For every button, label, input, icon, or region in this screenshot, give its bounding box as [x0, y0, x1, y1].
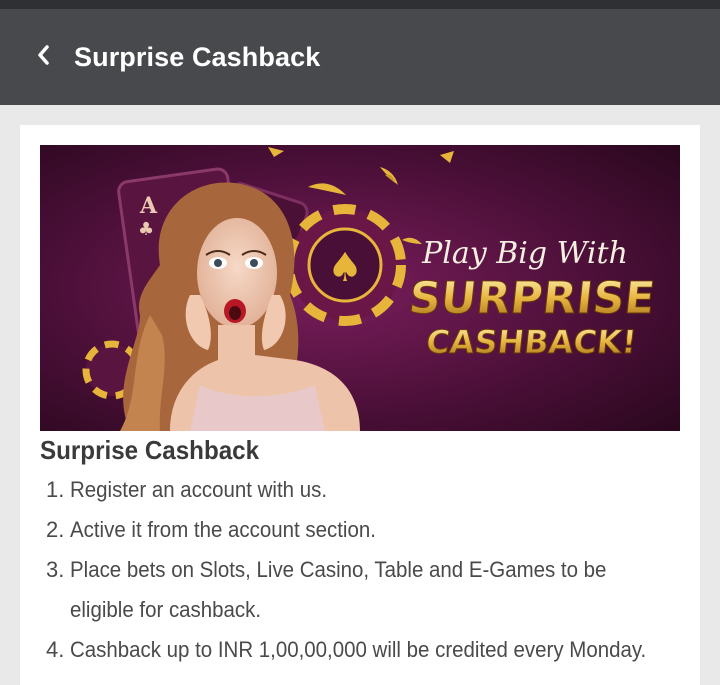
step-text: Cashback up to INR 1,00,00,000 will be c…: [70, 630, 646, 670]
step-text-line: Cashback up to INR 1,00,00,000 will be c…: [70, 637, 647, 662]
content-card: A ♣ ♠ Play Big With SURPRISE CASHBACK! S…: [20, 125, 700, 685]
back-button[interactable]: [28, 37, 58, 77]
steps-list: 1. Register an account with us. 2. Active i…: [46, 470, 686, 670]
page-title: Surprise Cashback: [74, 41, 321, 72]
list-item: 3. Place bets on Slots, Live Casino, Tabl…: [46, 550, 686, 630]
section-title: Surprise Cashback: [40, 435, 260, 465]
step-text-line: Place bets on Slots, Live Casino, Table …: [70, 557, 607, 582]
banner-headline: SURPRISE: [406, 273, 657, 324]
step-number: 4.: [46, 637, 65, 662]
list-item: 4. Cashback up to INR 1,00,00,000 will be…: [46, 630, 686, 670]
list-item: 2. Active it from the account section.: [46, 510, 686, 550]
step-number: 3.: [46, 557, 65, 582]
banner-tagline: Play Big With: [421, 236, 628, 271]
banner-subheadline: CASHBACK!: [424, 323, 638, 361]
step-text-line: Active it from the account section.: [70, 517, 376, 542]
step-text-line: eligible for cashback.: [70, 597, 262, 622]
step-text: Active it from the account section.: [70, 510, 643, 550]
svg-text:♣: ♣: [138, 219, 154, 240]
step-number: 2.: [46, 517, 65, 542]
chevron-left-icon: [36, 44, 50, 71]
step-text-line: Register an account with us.: [70, 477, 328, 502]
app-header: Surprise Cashback: [0, 9, 720, 105]
step-text: Place bets on Slots, Live Casino, Table …: [70, 550, 643, 630]
list-item: 1. Register an account with us.: [46, 470, 686, 510]
promo-banner: A ♣ ♠ Play Big With SURPRISE CASHBACK!: [40, 145, 680, 431]
svg-text:♠: ♠: [327, 245, 363, 291]
status-strip: [0, 0, 720, 9]
step-number: 1.: [46, 477, 65, 502]
step-text: Register an account with us.: [70, 470, 643, 510]
card-letter: A: [139, 193, 158, 219]
